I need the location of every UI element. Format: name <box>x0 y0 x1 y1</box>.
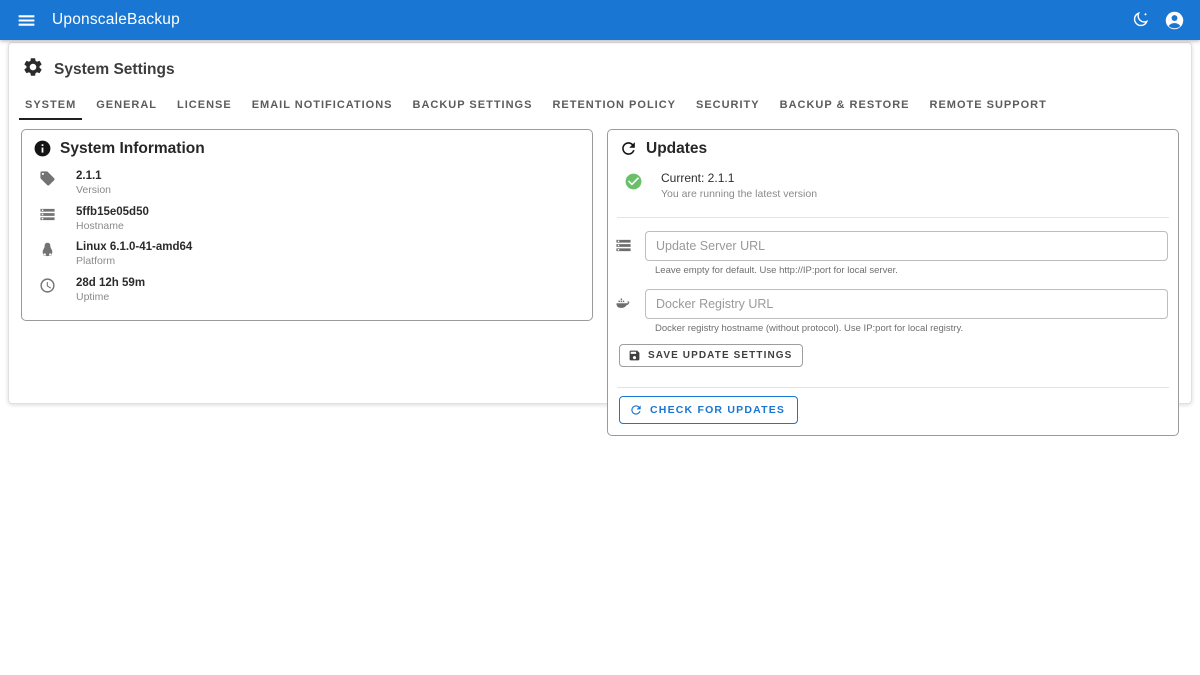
page-header: System Settings <box>9 43 1191 89</box>
list-item-version: 2.1.1 Version <box>22 166 592 202</box>
system-info-list: 2.1.1 Version 5ffb15e05d50 Hostname <box>22 163 592 320</box>
save-update-settings-button[interactable]: SAVE UPDATE SETTINGS <box>619 344 803 367</box>
update-status: Current: 2.1.1 You are running the lates… <box>608 163 1178 203</box>
clock-icon <box>39 277 57 294</box>
hamburger-icon <box>16 10 37 31</box>
hostname-label: Hostname <box>76 220 149 234</box>
docker-registry-row <box>608 289 1178 319</box>
uptime-value: 28d 12h 59m <box>76 276 145 291</box>
check-for-updates-button[interactable]: CHECK FOR UPDATES <box>619 396 798 424</box>
uptime-label: Uptime <box>76 291 145 305</box>
tab-security[interactable]: SECURITY <box>690 93 766 120</box>
updates-card: Updates Current: 2.1.1 You are running t… <box>607 129 1179 436</box>
tab-system[interactable]: SYSTEM <box>19 93 82 120</box>
tab-content: System Information 2.1.1 Version <box>9 120 1191 436</box>
updates-title: Updates <box>646 140 707 158</box>
platform-value: Linux 6.1.0-41-amd64 <box>76 240 192 255</box>
latest-version-text: You are running the latest version <box>661 187 817 201</box>
gear-icon <box>22 56 44 83</box>
system-information-header: System Information <box>22 130 592 163</box>
divider <box>617 387 1169 388</box>
tab-remote-support[interactable]: REMOTE SUPPORT <box>924 93 1053 120</box>
dark-mode-toggle[interactable] <box>1127 7 1153 33</box>
list-item-hostname: 5ffb15e05d50 Hostname <box>22 202 592 238</box>
system-information-title: System Information <box>60 140 205 158</box>
save-button-label: SAVE UPDATE SETTINGS <box>648 350 792 361</box>
version-label: Version <box>76 184 111 198</box>
tab-general[interactable]: GENERAL <box>90 93 163 120</box>
update-server-row <box>608 231 1178 261</box>
refresh-icon <box>629 403 643 417</box>
docker-whale-icon <box>615 295 633 312</box>
update-icon <box>619 139 638 158</box>
server-icon <box>615 237 633 254</box>
info-icon <box>33 139 52 158</box>
list-item-platform: Linux 6.1.0-41-amd64 Platform <box>22 237 592 273</box>
docker-registry-url-input[interactable] <box>645 289 1168 319</box>
tab-email-notifications[interactable]: EMAIL NOTIFICATIONS <box>246 93 399 120</box>
menu-button[interactable] <box>13 7 39 33</box>
update-server-helper: Leave empty for default. Use http://IP:p… <box>655 265 1168 276</box>
app-bar: UponscaleBackup <box>0 0 1200 40</box>
divider <box>617 217 1169 218</box>
version-value: 2.1.1 <box>76 169 111 184</box>
docker-registry-helper: Docker registry hostname (without protoc… <box>655 323 1168 334</box>
account-button[interactable] <box>1161 7 1187 33</box>
account-circle-icon <box>1164 10 1185 31</box>
check-button-label: CHECK FOR UPDATES <box>650 404 785 416</box>
settings-tabs: SYSTEM GENERAL LICENSE EMAIL NOTIFICATIO… <box>9 93 1191 120</box>
app-title: UponscaleBackup <box>52 11 180 29</box>
tab-backup-settings[interactable]: BACKUP SETTINGS <box>407 93 539 120</box>
page-title: System Settings <box>54 61 175 79</box>
system-information-card: System Information 2.1.1 Version <box>21 129 593 321</box>
save-icon <box>628 349 641 362</box>
tag-icon <box>39 170 57 187</box>
check-circle-icon <box>624 172 643 191</box>
platform-label: Platform <box>76 255 192 269</box>
list-item-uptime: 28d 12h 59m Uptime <box>22 273 592 309</box>
current-version-text: Current: 2.1.1 <box>661 171 817 187</box>
hostname-value: 5ffb15e05d50 <box>76 205 149 220</box>
linux-icon <box>39 241 57 258</box>
updates-header: Updates <box>608 130 1178 163</box>
tab-retention-policy[interactable]: RETENTION POLICY <box>546 93 682 120</box>
tab-license[interactable]: LICENSE <box>171 93 238 120</box>
storage-icon <box>39 206 57 223</box>
moon-star-icon <box>1130 10 1150 30</box>
tab-backup-restore[interactable]: BACKUP & RESTORE <box>774 93 916 120</box>
settings-panel: System Settings SYSTEM GENERAL LICENSE E… <box>8 42 1192 404</box>
update-server-url-input[interactable] <box>645 231 1168 261</box>
